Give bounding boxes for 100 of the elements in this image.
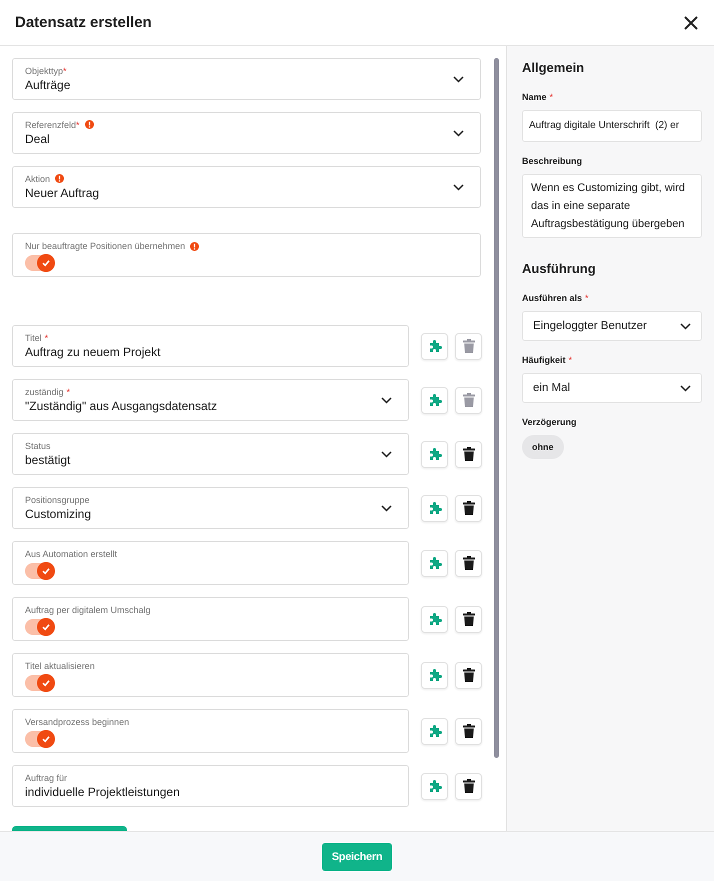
section-heading: Ausführung [522, 261, 596, 276]
form-field[interactable]: Versandprozess beginnen [12, 709, 409, 753]
placeholder-button[interactable] [421, 440, 448, 468]
trash-icon [462, 501, 474, 515]
check-icon [41, 678, 51, 688]
field-label: Aktion [25, 172, 50, 184]
delay-chip[interactable]: ohne [522, 435, 564, 459]
delete-button[interactable] [455, 606, 482, 632]
field-value: "Zuständig" aus Ausgangsdatensatz [25, 398, 217, 414]
trash-icon [462, 724, 474, 738]
form-field[interactable]: Objekttyp* Aufträge [12, 58, 481, 100]
trash-icon [462, 668, 474, 682]
delete-button[interactable] [455, 662, 482, 688]
description-field[interactable]: Wenn es Customizing gibt, wird das in eine separate Auftragsbestätigung übergeben [522, 174, 702, 238]
close-icon[interactable] [683, 14, 699, 30]
delete-button[interactable] [455, 772, 482, 800]
form-field[interactable]: Referenzfeld* Deal [12, 112, 481, 154]
required-mark: * [63, 64, 67, 76]
field-value: Auftrag zu neuem Projekt [25, 344, 160, 360]
delete-button[interactable] [455, 550, 482, 576]
field-label: Beschreibung [522, 155, 582, 167]
toggle-switch[interactable] [25, 675, 53, 691]
delete-button[interactable] [455, 494, 482, 522]
toggle-switch[interactable] [25, 255, 53, 271]
field-value: individuelle Projektleistungen [25, 784, 180, 800]
placeholder-button[interactable] [421, 494, 448, 522]
check-icon [41, 258, 51, 268]
puzzle-icon [428, 339, 442, 353]
form-field[interactable]: Titel aktualisieren [12, 653, 409, 697]
placeholder-button[interactable] [421, 332, 448, 360]
toggle-switch[interactable] [25, 731, 53, 747]
field-label: Häufigkeit [522, 354, 566, 366]
check-icon [41, 622, 51, 632]
field-label: zuständig [25, 386, 64, 398]
form-field[interactable]: Status bestätigt [12, 433, 409, 475]
required-mark: * [568, 354, 572, 366]
field-label: Aus Automation erstellt [25, 548, 118, 560]
puzzle-icon [428, 779, 442, 793]
puzzle-icon [428, 612, 442, 626]
form-field[interactable]: Positionsgruppe Customizing [12, 487, 409, 529]
delete-button[interactable] [455, 718, 482, 744]
puzzle-icon [428, 668, 442, 682]
toggle-switch[interactable] [25, 619, 53, 635]
field-label: Name [522, 91, 547, 103]
required-mark: * [585, 292, 589, 304]
form-field[interactable]: Aktion Neuer Auftrag [12, 166, 481, 208]
placeholder-button[interactable] [421, 772, 448, 800]
placeholder-button[interactable] [421, 662, 448, 688]
check-icon [41, 566, 51, 576]
form-field[interactable]: Nur beauftragte Positionen übernehmen [12, 233, 481, 277]
section-heading: Allgemein [522, 60, 584, 75]
select-field[interactable]: Eingeloggter Benutzer [522, 311, 702, 341]
trash-icon [462, 556, 474, 570]
field-label: Auftrag per digitalem Umschalg [25, 604, 151, 616]
name-field[interactable]: Auftrag digitale Unterschrift (2) er [522, 110, 702, 142]
trash-icon [462, 779, 474, 793]
dialog-title: Datensatz erstellen [15, 14, 152, 31]
puzzle-icon [428, 393, 442, 407]
toggle-switch[interactable] [25, 563, 53, 579]
placeholder-button[interactable] [421, 718, 448, 744]
trash-icon [462, 612, 474, 626]
form-field[interactable]: Aus Automation erstellt [12, 541, 409, 585]
placeholder-button[interactable] [421, 386, 448, 414]
chevron-down-icon [453, 130, 464, 136]
field-label: Ausführen als [522, 292, 582, 304]
required-mark: * [76, 118, 80, 130]
puzzle-icon [428, 724, 442, 738]
field-value: Aufträge [25, 76, 70, 94]
trash-icon [462, 447, 474, 461]
check-icon [41, 734, 51, 744]
select-field[interactable]: ein Mal [522, 373, 702, 403]
field-value: Deal [25, 130, 50, 148]
puzzle-icon [428, 556, 442, 570]
chevron-down-icon [381, 450, 392, 458]
field-label: Auftrag für [25, 772, 68, 784]
field-value: Customizing [25, 506, 92, 522]
field-label: Nur beauftragte Positionen übernehmen [25, 240, 186, 252]
required-mark: * [550, 91, 554, 103]
placeholder-button[interactable] [421, 606, 448, 632]
field-value: Neuer Auftrag [25, 184, 100, 202]
field-label: Positionsgruppe [25, 494, 90, 506]
field-label: Verzögerung [522, 416, 577, 428]
field-label: Objekttyp [25, 64, 64, 76]
trash-icon [462, 393, 474, 407]
trash-icon [462, 339, 474, 353]
field-label: Titel [25, 332, 42, 344]
chevron-down-icon [453, 184, 464, 190]
placeholder-button[interactable] [421, 550, 448, 576]
delete-button[interactable] [455, 440, 482, 468]
form-field[interactable]: zuständig * "Zuständig" aus Ausgangsdatensatz [12, 379, 409, 421]
field-label: Versandprozess beginnen [25, 716, 130, 728]
field-label: Titel aktualisieren [25, 660, 95, 672]
chevron-down-icon [680, 322, 691, 330]
form-field[interactable]: Titel * Auftrag zu neuem Projekt [12, 325, 409, 367]
chevron-down-icon [381, 396, 392, 404]
puzzle-icon [428, 501, 442, 515]
field-label: Status [25, 440, 51, 452]
form-field[interactable]: Auftrag per digitalem Umschalg [12, 597, 409, 641]
form-field[interactable]: Auftrag für individuelle Projektleistungen [12, 765, 409, 807]
puzzle-icon [428, 447, 442, 461]
